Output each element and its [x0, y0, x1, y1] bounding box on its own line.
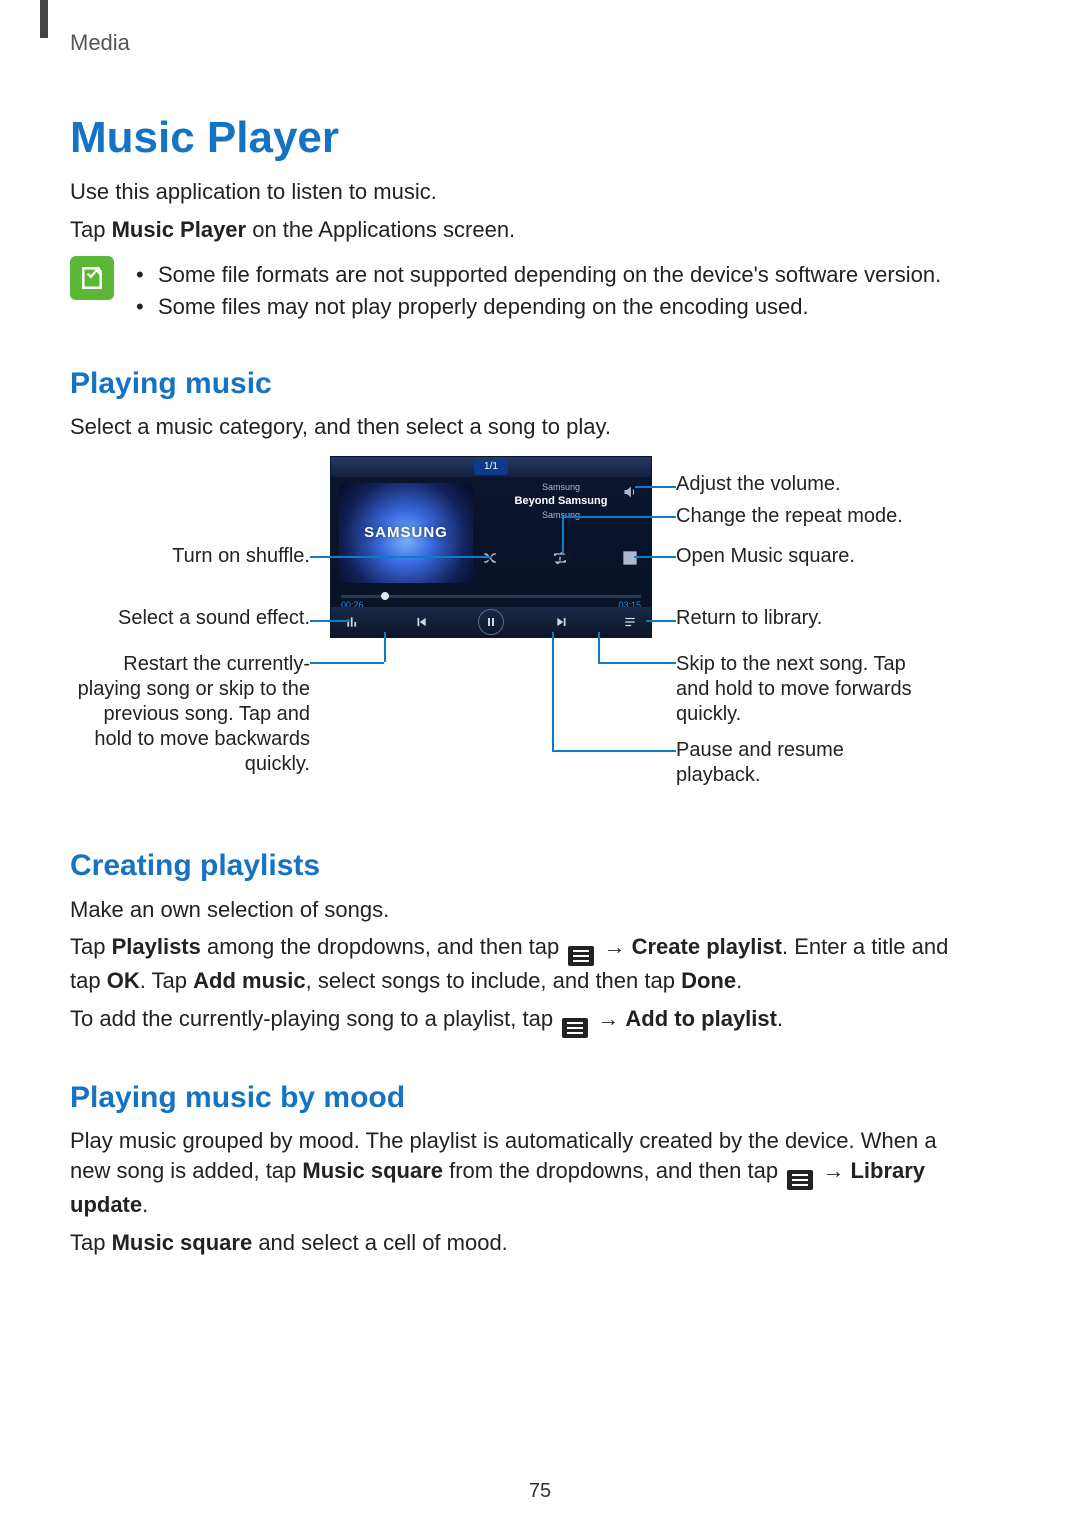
track-counter: 1/1 — [474, 459, 508, 475]
lead — [562, 516, 676, 518]
callout-shuffle: Turn on shuffle. — [70, 544, 310, 569]
previous-button[interactable] — [410, 611, 432, 633]
note-item: Some file formats are not supported depe… — [136, 260, 941, 290]
bold: Playlists — [112, 934, 201, 959]
lead — [552, 632, 554, 750]
next-button[interactable] — [551, 611, 573, 633]
lead — [598, 662, 676, 664]
lead — [310, 556, 492, 558]
page-number: 75 — [0, 1478, 1080, 1505]
repeat-icon[interactable] — [551, 549, 569, 567]
arrow: → — [591, 1006, 625, 1031]
bold: Add to playlist — [625, 1006, 777, 1031]
intro-line-2: Tap Music Player on the Applications scr… — [70, 215, 960, 245]
menu-icon — [568, 946, 594, 966]
text: Tap — [70, 217, 112, 242]
music-square-icon[interactable] — [621, 549, 639, 567]
callout-library: Return to library. — [676, 606, 822, 631]
text: Tap — [70, 1230, 112, 1255]
menu-icon — [787, 1170, 813, 1190]
shuffle-icon[interactable] — [481, 549, 499, 567]
text: . — [777, 1006, 783, 1031]
text: . Tap — [140, 968, 193, 993]
note-block: Some file formats are not supported depe… — [70, 258, 960, 323]
mood-l1: Play music grouped by mood. The playlist… — [70, 1126, 960, 1219]
section-marker — [40, 0, 48, 38]
page-title: Music Player — [70, 108, 960, 167]
bold: Music square — [112, 1230, 253, 1255]
page-content: Media Music Player Use this application … — [70, 20, 960, 1265]
text: . — [142, 1192, 148, 1217]
mood-l2: Tap Music square and select a cell of mo… — [70, 1228, 960, 1258]
sound-effect-button[interactable] — [341, 611, 363, 633]
library-button[interactable] — [619, 611, 641, 633]
lead — [552, 750, 676, 752]
arrow: → — [816, 1158, 850, 1183]
text: and select a cell of mood. — [252, 1230, 508, 1255]
menu-icon — [562, 1018, 588, 1038]
lead — [598, 632, 600, 662]
callout-next: Skip to the next song. Tap and hold to m… — [676, 652, 916, 727]
lead — [646, 620, 676, 622]
lead — [642, 486, 676, 488]
text: Tap — [70, 934, 112, 959]
text: To add the currently-playing song to a p… — [70, 1006, 559, 1031]
lead — [634, 556, 676, 558]
subheading-playing: Playing music — [70, 364, 960, 405]
pause-button[interactable] — [478, 609, 504, 635]
text: , select songs to include, and then tap — [306, 968, 681, 993]
lead — [635, 486, 643, 488]
text: . — [736, 968, 742, 993]
lead — [562, 516, 564, 554]
progress-handle[interactable] — [381, 592, 389, 600]
note-icon — [70, 256, 114, 300]
progress-area[interactable]: 00:26 03:15 — [341, 589, 641, 605]
mode-icon-row — [481, 549, 639, 567]
callout-sound-effect: Select a sound effect. — [70, 606, 310, 631]
lead — [310, 662, 384, 664]
text: from the dropdowns, and then tap — [443, 1158, 784, 1183]
running-header: Media — [70, 28, 960, 58]
track-title: Beyond Samsung — [481, 494, 641, 509]
bold: Done — [681, 968, 736, 993]
player-diagram: 1/1 SAMSUNG Samsung Beyond Samsung Samsu… — [70, 456, 960, 806]
album-art-label: SAMSUNG — [364, 523, 448, 543]
callout-prev: Restart the currently-playing song or sk… — [70, 652, 310, 777]
arrow: → — [597, 934, 631, 959]
creating-l1: Make an own selection of songs. — [70, 895, 960, 925]
bold: Music square — [302, 1158, 443, 1183]
control-bar — [331, 607, 651, 637]
playing-desc: Select a music category, and then select… — [70, 412, 960, 442]
callout-pause: Pause and resume playback. — [676, 738, 916, 788]
callout-volume: Adjust the volume. — [676, 472, 841, 497]
text: on the Applications screen. — [246, 217, 515, 242]
callout-music-square: Open Music square. — [676, 544, 855, 569]
app-name: Music Player — [112, 217, 247, 242]
bold: Create playlist — [632, 934, 782, 959]
creating-l2: Tap Playlists among the dropdowns, and t… — [70, 932, 960, 996]
album-art: SAMSUNG — [339, 483, 473, 583]
bold: OK — [107, 968, 140, 993]
lead — [310, 620, 350, 622]
artist-small: Samsung — [481, 481, 641, 493]
music-player-screenshot: 1/1 SAMSUNG Samsung Beyond Samsung Samsu… — [330, 456, 652, 638]
bold: Add music — [193, 968, 305, 993]
subheading-creating: Creating playlists — [70, 846, 960, 887]
note-list: Some file formats are not supported depe… — [136, 258, 941, 323]
text: among the dropdowns, and then tap — [201, 934, 565, 959]
note-item: Some files may not play properly dependi… — [136, 292, 941, 322]
callout-repeat: Change the repeat mode. — [676, 504, 903, 529]
creating-l4: To add the currently-playing song to a p… — [70, 1004, 960, 1038]
intro-line-1: Use this application to listen to music. — [70, 177, 960, 207]
subheading-mood: Playing music by mood — [70, 1078, 960, 1119]
lead — [384, 632, 386, 662]
